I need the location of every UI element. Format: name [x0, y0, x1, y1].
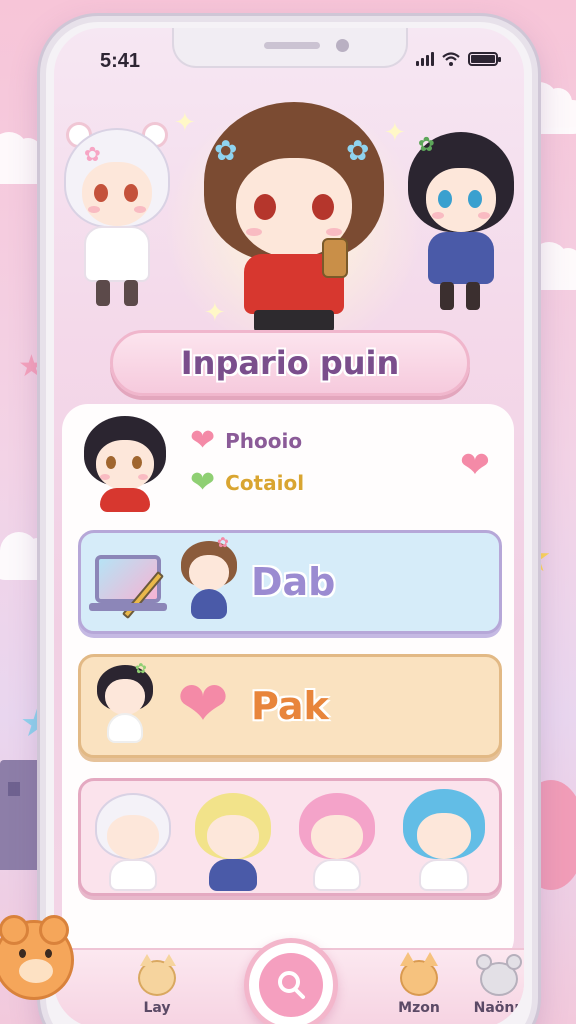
pen-icon	[121, 570, 165, 620]
speaker	[264, 42, 320, 49]
menu-card-pak[interactable]: ✿ ❤ Pak	[78, 654, 502, 758]
menu-card-dab[interactable]: ✿ Dab	[78, 530, 502, 634]
search-button[interactable]	[244, 938, 338, 1024]
tab-label: Lay	[143, 1000, 171, 1016]
tab-naonp[interactable]: Naönp	[454, 950, 524, 1024]
menu-label-dab: Dab	[251, 560, 336, 604]
chibi-brown-hair: ✿ ✿	[194, 82, 394, 332]
favorite-heart-button[interactable]: ❤	[460, 448, 490, 484]
tab-label: Mzon	[398, 1000, 440, 1016]
cat-icon	[134, 952, 180, 998]
sparkle-icon: ✦	[174, 108, 196, 138]
search-icon	[259, 953, 323, 1017]
laptop-icon	[89, 555, 167, 620]
fox-icon	[396, 952, 442, 998]
stat-phooio: ❤ Phooio	[190, 426, 302, 456]
menu-label-pak: Pak	[251, 684, 329, 728]
chibi-white-hair: ✿	[62, 122, 172, 312]
heart-icon: ❤	[190, 465, 216, 500]
battery-icon	[468, 52, 501, 66]
hero-characters: ✦ ✦ ✦ ✿ ✿ ✿ ✿	[54, 88, 524, 358]
chibi-friend-blue	[401, 785, 487, 893]
chibi-dark-hair: ✿	[404, 128, 516, 318]
phone-screen: 5:41 ✦ ✦ ✦ ✿ ✿ ✿ ✿ Inpario puin ❤ Phooio…	[54, 28, 524, 1024]
stat-label: Cotaiol	[225, 471, 305, 495]
stat-cotaiol: ❤ Cotaiol	[190, 468, 304, 498]
heart-icon: ❤	[190, 423, 216, 458]
chibi-friend-white	[93, 789, 173, 893]
wifi-icon	[442, 52, 460, 66]
status-time: 5:41	[100, 50, 141, 72]
chibi-friend-pink	[297, 789, 377, 893]
chibi-dab: ✿	[179, 535, 239, 627]
chibi-friend-blonde	[193, 789, 273, 893]
content-card: ❤ Phooio ❤ Cotaiol ❤ ✿ Dab ✿ ❤ Pak	[62, 404, 514, 964]
stat-label: Phooio	[225, 429, 303, 453]
chibi-pak: ✿	[95, 661, 155, 751]
tab-label: Naönp	[473, 1000, 524, 1016]
profile-avatar	[80, 416, 170, 512]
camera	[336, 39, 349, 52]
signal-icon	[416, 52, 434, 66]
page-title: Inpario puin	[180, 344, 400, 382]
notch	[172, 28, 408, 68]
tab-lay[interactable]: Lay	[112, 950, 202, 1024]
menu-card-friends[interactable]	[78, 778, 502, 896]
status-icons	[416, 52, 501, 66]
title-banner: Inpario puin	[110, 330, 470, 396]
bottom-tab-bar: Lay Mzon Naönp	[54, 938, 524, 1024]
mouse-icon	[476, 952, 522, 998]
heart-icon: ❤	[177, 667, 229, 740]
profile-row: ❤ Phooio ❤ Cotaiol ❤	[62, 404, 514, 522]
tab-mzon[interactable]: Mzon	[374, 950, 464, 1024]
